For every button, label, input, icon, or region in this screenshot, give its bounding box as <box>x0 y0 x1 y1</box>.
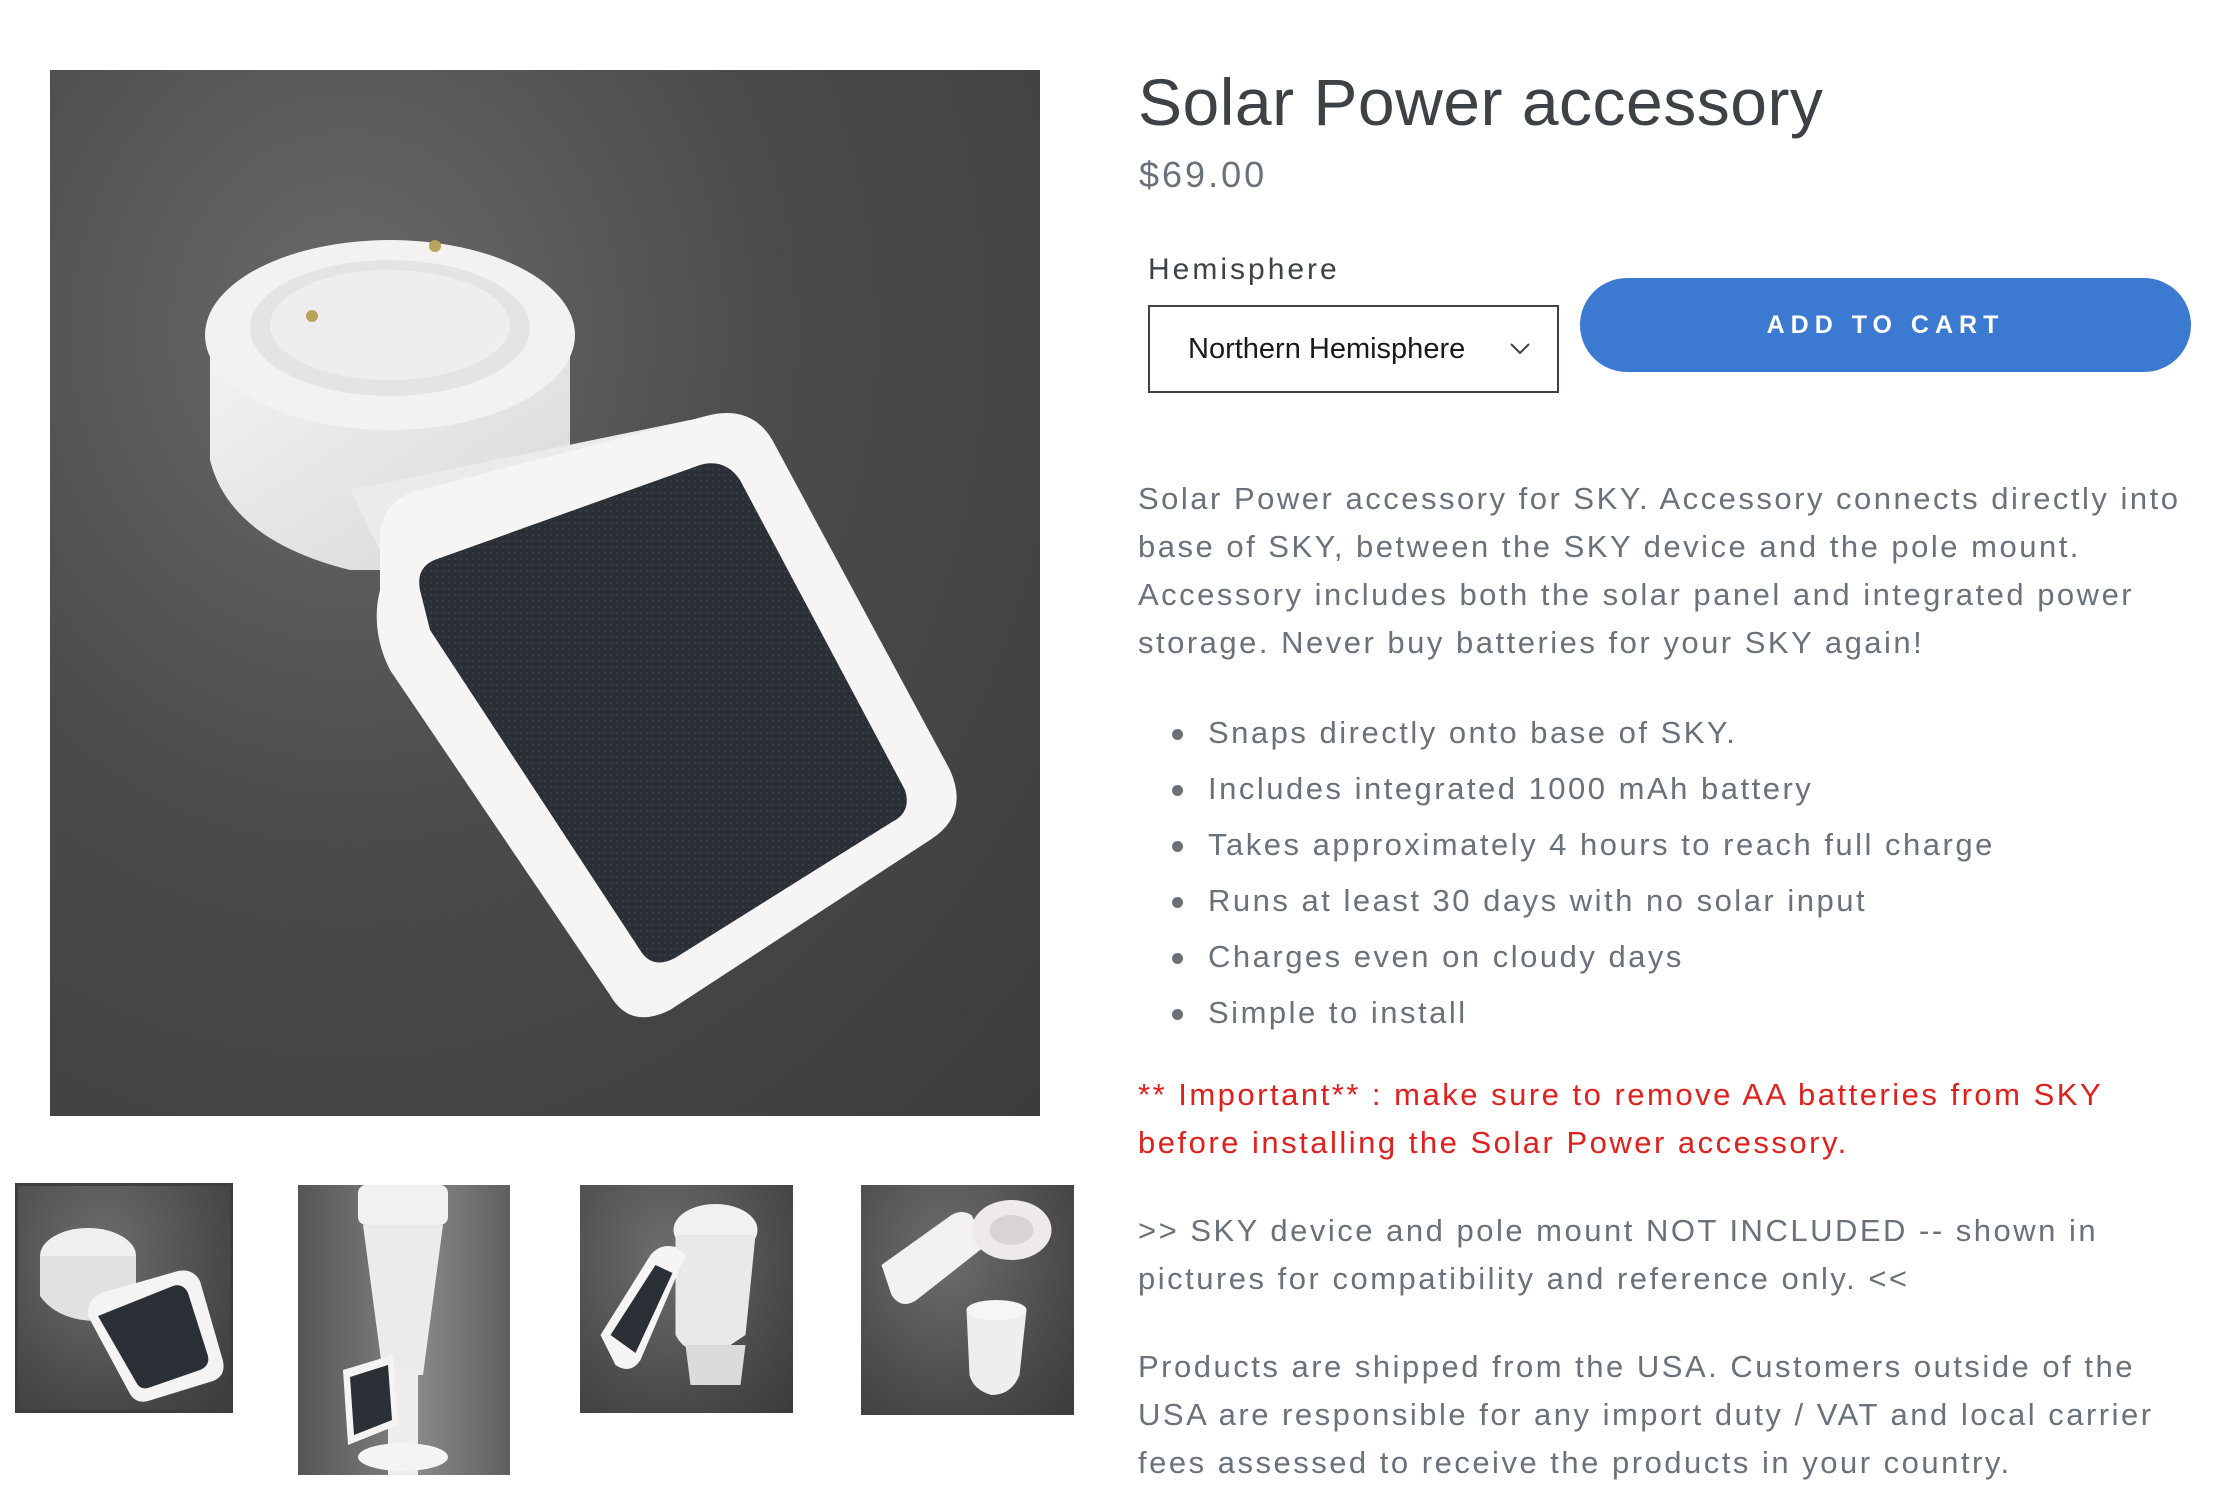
thumbnail-image <box>40 1228 224 1402</box>
variant-label: Hemisphere <box>1148 253 1340 286</box>
description-intro: Solar Power accessory for SKY. Accessory… <box>1138 481 2181 660</box>
add-to-cart-label: ADD TO CART <box>1766 310 2005 339</box>
list-item: Runs at least 30 days with no solar inpu… <box>1138 873 1995 929</box>
solar-accessory-illustration <box>205 240 957 1018</box>
selected-option: Northern Hemisphere <box>1188 332 1466 365</box>
thumbnail-2[interactable] <box>298 1185 510 1475</box>
product-title: Solar Power accessory <box>1138 65 1824 139</box>
list-item: Includes integrated 1000 mAh battery <box>1138 761 1995 817</box>
thumbnail-1[interactable] <box>15 1183 233 1413</box>
feature-list: Snaps directly onto base of SKY. Include… <box>1138 705 1995 1041</box>
chevron-down-icon <box>1510 343 1530 355</box>
list-item: Takes approximately 4 hours to reach ful… <box>1138 817 1995 873</box>
main-product-image[interactable] <box>50 70 1040 1116</box>
thumbnail-3[interactable] <box>580 1185 793 1413</box>
shipping-note: Products are shipped from the USA. Custo… <box>1138 1349 2154 1480</box>
list-item: Simple to install <box>1138 985 1995 1041</box>
list-item: Charges even on cloudy days <box>1138 929 1995 985</box>
thumbnail-image <box>600 1204 758 1385</box>
important-warning: ** Important** : make sure to remove AA … <box>1138 1077 2103 1160</box>
hemisphere-select[interactable]: Northern Hemisphere <box>1148 305 1559 393</box>
add-to-cart-button[interactable]: ADD TO CART <box>1580 278 2191 372</box>
list-item: Snaps directly onto base of SKY. <box>1138 705 1995 761</box>
product-price: $69.00 <box>1139 154 1268 195</box>
not-included-note: >> SKY device and pole mount NOT INCLUDE… <box>1138 1213 2099 1296</box>
thumbnail-4[interactable] <box>861 1185 1074 1415</box>
thumbnail-image <box>881 1200 1052 1395</box>
thumbnail-image <box>343 1185 448 1475</box>
